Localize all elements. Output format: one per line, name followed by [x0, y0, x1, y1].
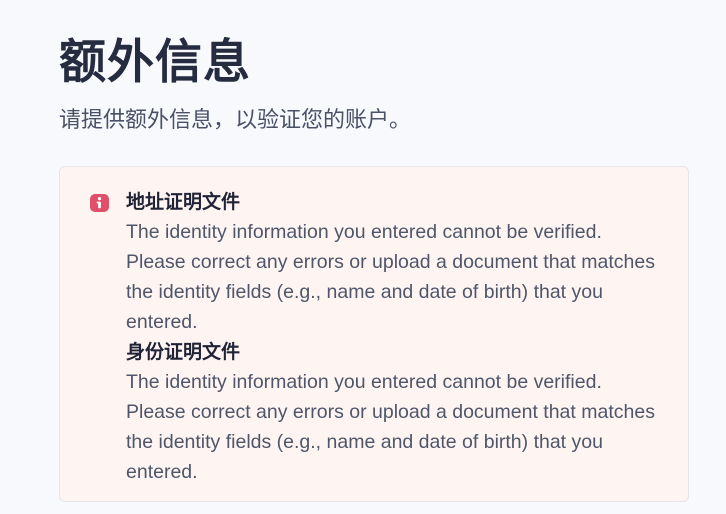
identity-proof-message: The identity information you entered can…	[126, 371, 655, 483]
page-title: 额外信息	[59, 35, 251, 90]
main-content: 额外信息 请提供额外信息，以验证您的账户。 地址证明文件 The identit…	[59, 30, 691, 502]
verification-alert: 地址证明文件 The identity information you ente…	[59, 166, 689, 502]
alert-body: 地址证明文件 The identity information you ente…	[126, 187, 666, 487]
address-proof-title: 地址证明文件	[126, 191, 241, 213]
page-subtitle: 请提供额外信息，以验证您的账户。	[59, 108, 412, 133]
info-icon	[90, 194, 109, 212]
identity-proof-title: 身份证明文件	[126, 341, 241, 363]
address-proof-message: The identity information you entered can…	[126, 221, 655, 333]
